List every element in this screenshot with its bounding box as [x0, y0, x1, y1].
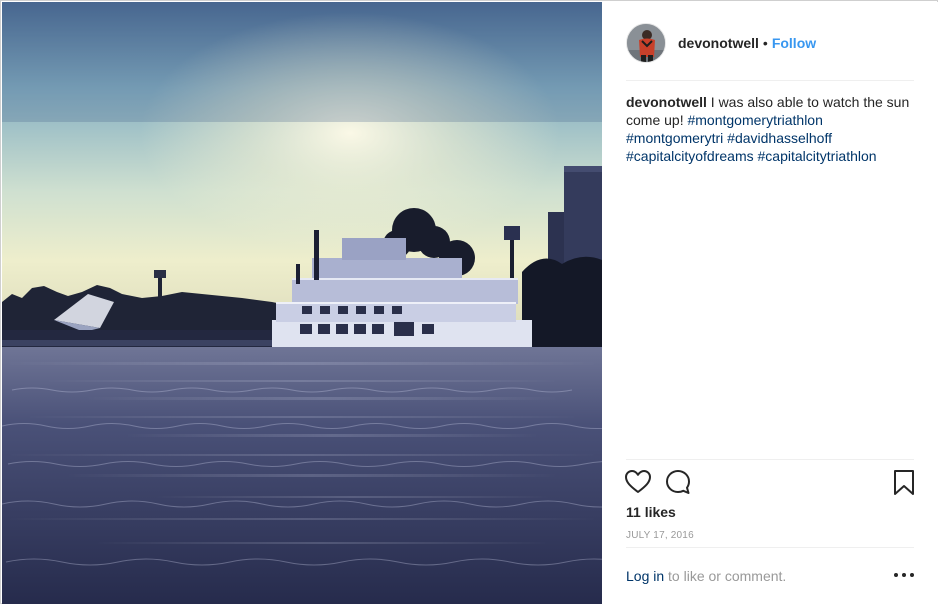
more-options-icon[interactable] [892, 565, 916, 585]
hashtag-link[interactable]: #capitalcityofdreams [626, 148, 754, 164]
profile-photo-icon [627, 24, 665, 62]
follow-button[interactable]: Follow [772, 35, 816, 51]
post-sidebar: devonotwell • Follow devonotwell I was a… [602, 2, 938, 604]
bookmark-icon[interactable] [890, 468, 918, 496]
hashtag-link[interactable]: #capitalcitytriathlon [758, 148, 877, 164]
post-caption: devonotwell I was also able to watch the… [626, 93, 916, 165]
post-modal: devonotwell • Follow devonotwell I was a… [0, 0, 938, 604]
divider [626, 547, 914, 548]
avatar[interactable] [626, 23, 666, 63]
post-header: devonotwell • Follow [626, 22, 914, 64]
login-prompt-text: to like or comment. [664, 568, 787, 584]
more-dot [902, 573, 906, 577]
riverboat-sunset-image [2, 2, 602, 604]
separator-dot: • [762, 35, 768, 51]
login-link[interactable]: Log in [626, 568, 664, 584]
hashtag-link[interactable]: #montgomerytriathlon [687, 112, 822, 128]
more-dot [894, 573, 898, 577]
post-actions [624, 468, 916, 498]
hashtag-link[interactable]: #davidhasselhoff [727, 130, 832, 146]
divider [626, 459, 914, 460]
post-photo[interactable] [2, 2, 602, 604]
post-date[interactable]: JULY 17, 2016 [626, 530, 694, 541]
login-prompt: Log in to like or comment. [626, 568, 916, 584]
post-username[interactable]: devonotwell [678, 35, 759, 51]
caption-username[interactable]: devonotwell [626, 94, 707, 110]
divider [626, 80, 914, 81]
heart-icon[interactable] [624, 468, 652, 496]
more-dot [910, 573, 914, 577]
comment-icon[interactable] [664, 468, 692, 496]
likes-count[interactable]: 11 likes [626, 504, 676, 520]
hashtag-link[interactable]: #montgomerytri [626, 130, 723, 146]
